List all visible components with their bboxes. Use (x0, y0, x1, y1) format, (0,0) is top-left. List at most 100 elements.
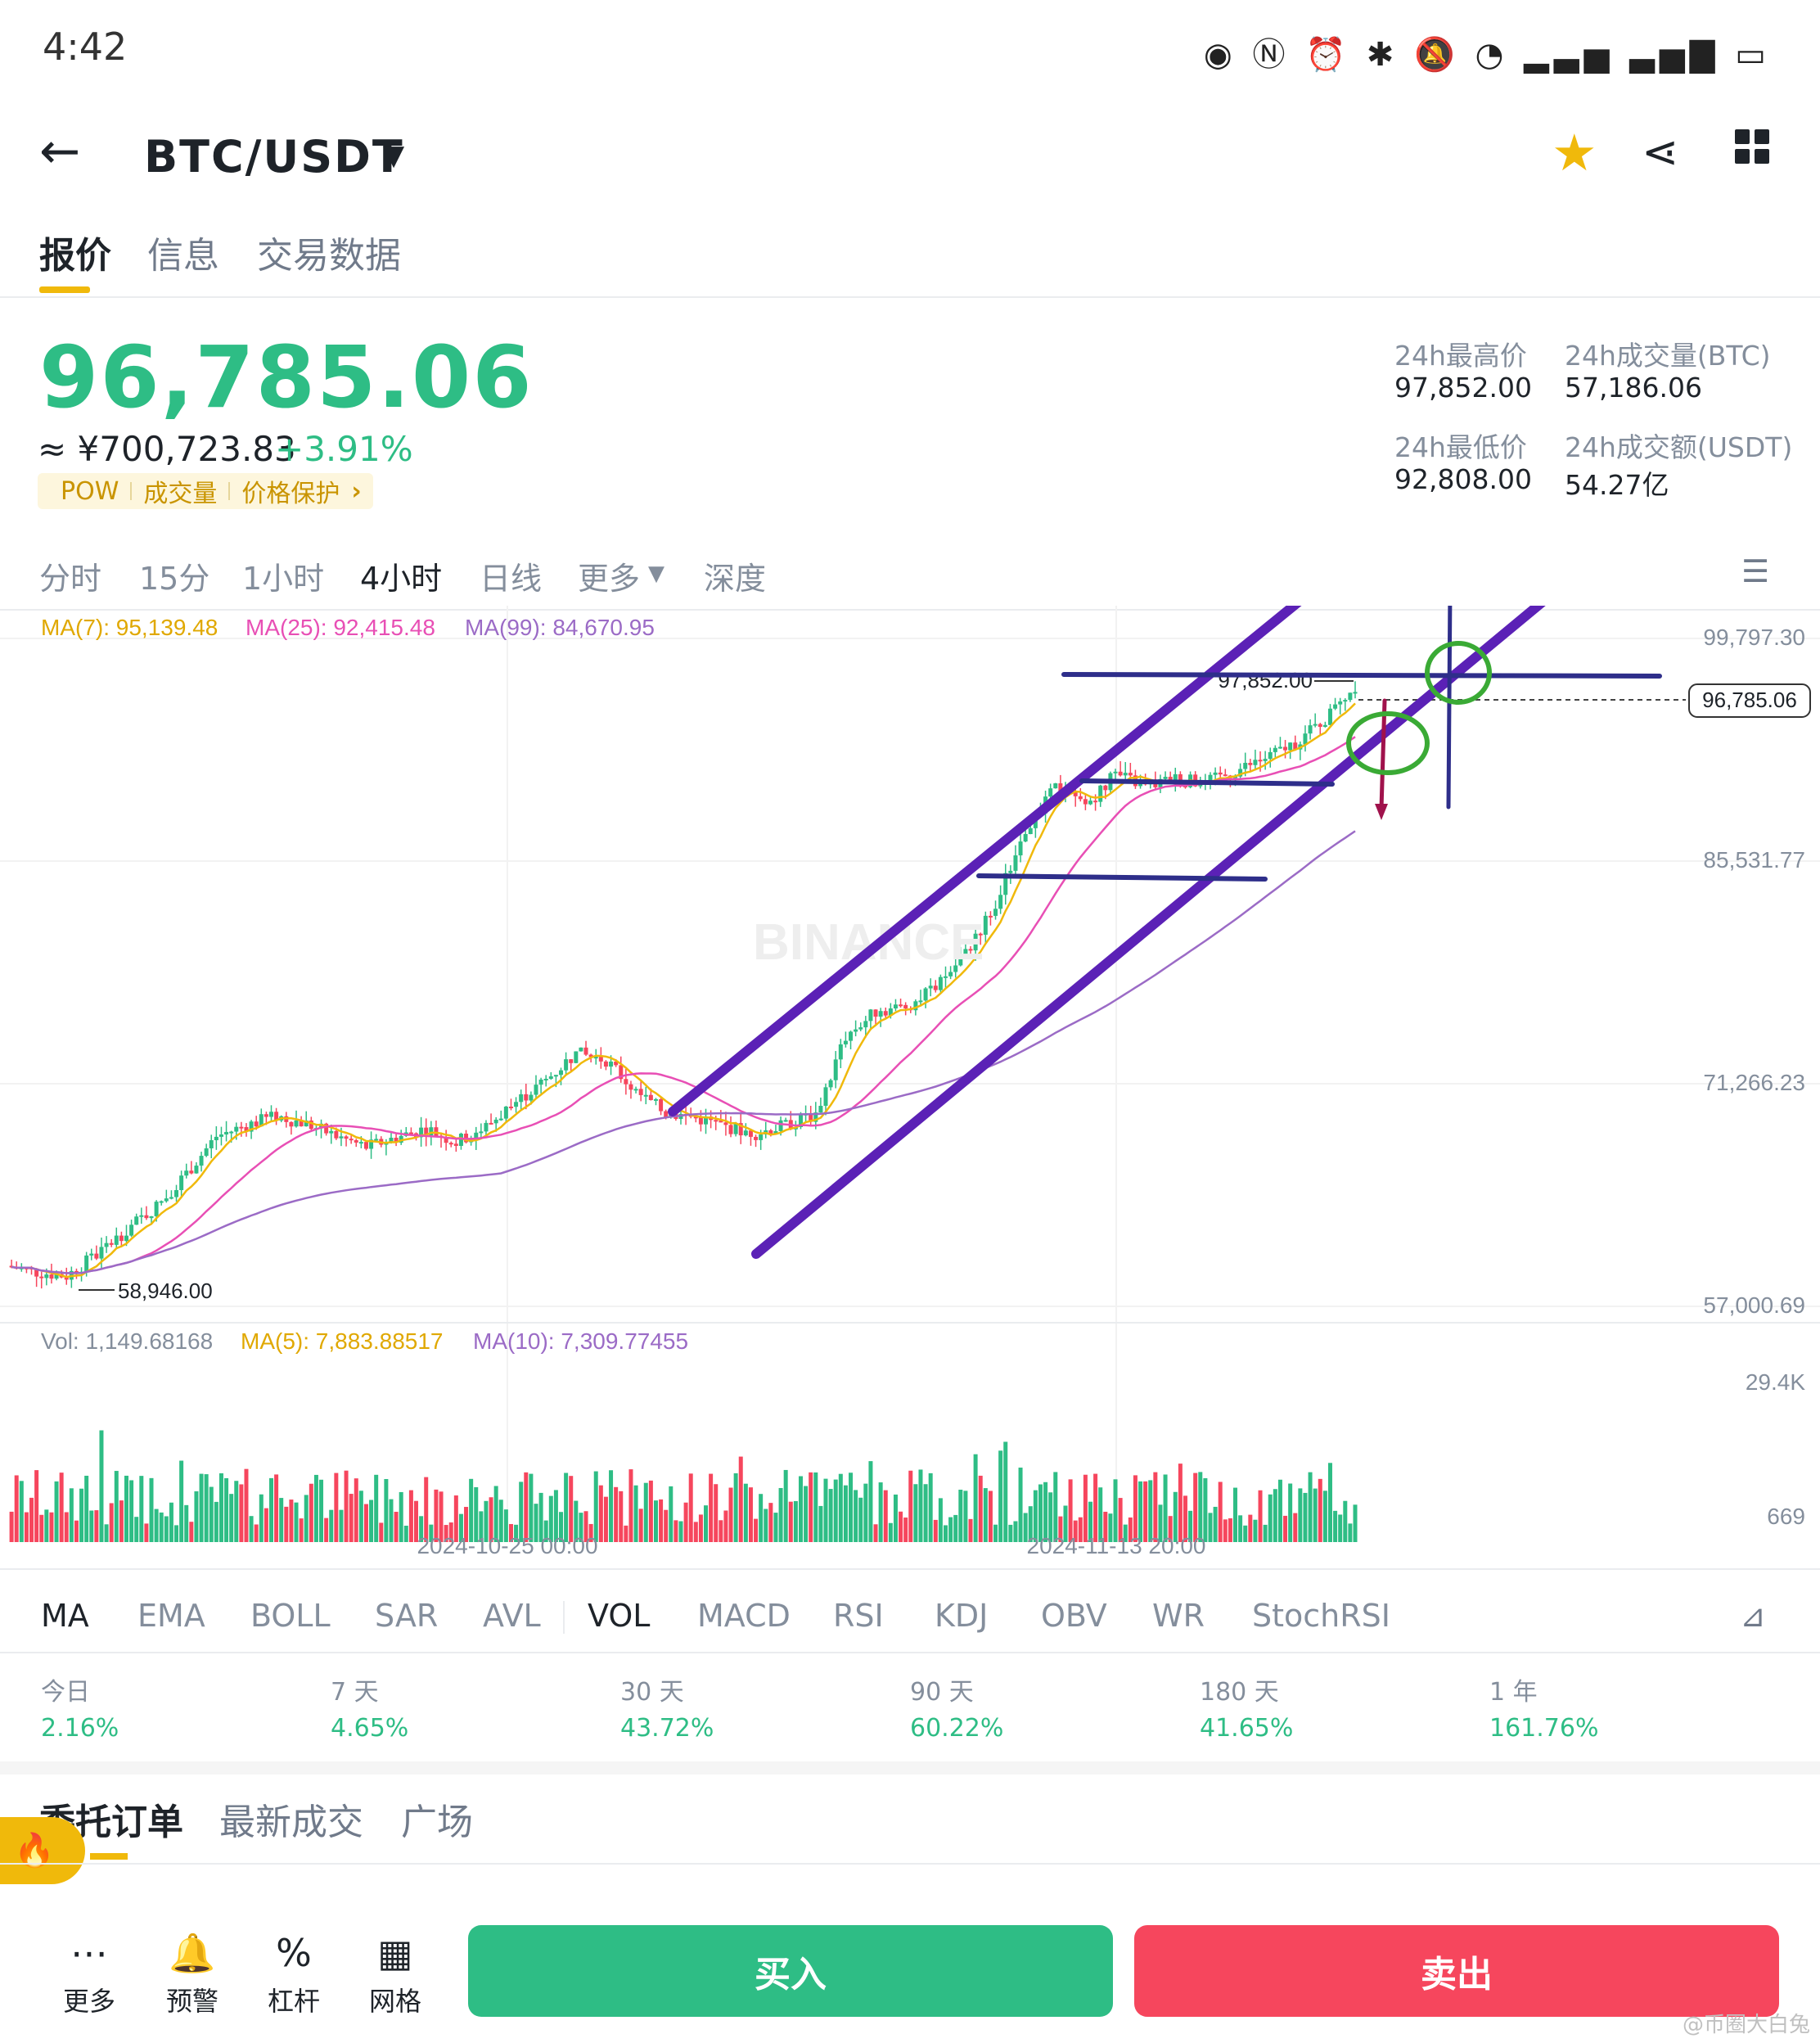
y-tick-3: 71,266.23 (1703, 1070, 1805, 1095)
favorite-star-icon[interactable]: ★ (1552, 123, 1597, 183)
volume-bar (899, 1511, 903, 1542)
indicator-stochrsi[interactable]: StochRSI (1252, 1598, 1390, 1634)
volume-bar (179, 1460, 184, 1542)
volume-bar (139, 1476, 144, 1542)
candle-body (529, 1094, 534, 1101)
candle-body (759, 1134, 764, 1140)
nav-more[interactable]: ⋯ 更多 (44, 1930, 134, 2018)
divider (0, 1568, 1820, 1570)
candle-body (948, 972, 953, 976)
perf-value-30d: 43.72% (620, 1714, 714, 1743)
vol-tick-2: 669 (1767, 1504, 1805, 1529)
resistance-line (1061, 672, 1662, 679)
candle-body (1048, 788, 1053, 797)
volume-bar (324, 1518, 329, 1542)
volume-bar (633, 1485, 638, 1542)
candle-body (169, 1197, 173, 1199)
tab-latest-trades[interactable]: 最新成交 (219, 1793, 363, 1845)
kline-chart[interactable]: BINANCE MA(7): 95,139.48 MA(25): 92,415.… (0, 606, 1820, 1568)
cny-price: ≈ ¥700,723.83 (38, 429, 296, 469)
indicator-kdj[interactable]: KDJ (935, 1598, 988, 1634)
candle-body (218, 1134, 223, 1137)
interval-15m[interactable]: 15分 (139, 553, 209, 598)
volume-bar (29, 1497, 34, 1542)
indicator-ma[interactable]: MA (41, 1598, 89, 1634)
buy-button[interactable]: 买入 (468, 1925, 1113, 2017)
volume-bar (344, 1470, 349, 1542)
tab-square[interactable]: 广场 (401, 1793, 473, 1845)
tag-volume[interactable]: 成交量 (143, 473, 217, 509)
indicator-ema[interactable]: EMA (137, 1598, 205, 1634)
candle-body (179, 1175, 184, 1190)
candle-body (624, 1079, 628, 1085)
volume-bar (184, 1504, 189, 1542)
indicator-boll[interactable]: BOLL (250, 1598, 331, 1634)
volume-bar (778, 1487, 783, 1542)
candle-body (129, 1224, 134, 1236)
candle-body (698, 1116, 703, 1125)
volume-bar (1153, 1472, 1158, 1542)
chart-settings-icon[interactable]: ☰ (1741, 553, 1769, 589)
tab-quote[interactable]: 报价 (39, 226, 111, 278)
volume-bar (84, 1475, 89, 1542)
layout-grid-icon[interactable] (1735, 129, 1771, 165)
fire-icon[interactable]: 🔥 (0, 1817, 85, 1884)
nav-grid[interactable]: ▦ 网格 (350, 1930, 440, 2018)
share-icon[interactable]: ⋖ (1642, 126, 1678, 178)
interval-1h[interactable]: 1小时 (242, 553, 324, 598)
candle-body (1343, 700, 1348, 702)
indicator-avl[interactable]: AVL (483, 1598, 541, 1634)
tab-info[interactable]: 信息 (147, 226, 219, 278)
candle-body (818, 1106, 823, 1113)
candle-body (1277, 746, 1282, 749)
ma-lines (11, 702, 1356, 1279)
tag-row[interactable]: POW 成交量 价格保护 › (38, 473, 373, 509)
high-marker: 97,852.00 (1218, 668, 1313, 692)
interval-1d[interactable]: 日线 (480, 553, 542, 598)
indicator-vol[interactable]: VOL (588, 1598, 650, 1634)
volume-bar (229, 1494, 234, 1542)
pair-dropdown-caret-icon[interactable]: ▼ (383, 139, 404, 172)
volume-bar (1163, 1474, 1168, 1542)
candle-body (229, 1131, 234, 1134)
sell-button[interactable]: 卖出 (1134, 1925, 1779, 2017)
volume-bar (863, 1483, 868, 1542)
interval-4h[interactable]: 4小时 (360, 553, 442, 598)
volume-bar (1083, 1474, 1088, 1542)
volume-bar (1053, 1472, 1058, 1542)
alarm-icon: ⏰ (1305, 36, 1352, 74)
pair-title[interactable]: BTC/USDT (144, 131, 404, 183)
volume-bar (714, 1484, 719, 1542)
indicator-settings-icon[interactable]: ⊿ (1740, 1598, 1766, 1634)
volume-bar (268, 1477, 273, 1542)
nav-alert[interactable]: 🔔 预警 (147, 1930, 237, 2018)
indicator-sar[interactable]: SAR (375, 1598, 438, 1634)
chevron-right-icon: › (351, 476, 362, 506)
tag-pow[interactable]: POW (61, 477, 119, 506)
candle-body (1093, 801, 1098, 803)
interval-depth[interactable]: 深度 (704, 553, 766, 598)
more-caret-icon[interactable]: ▼ (648, 561, 664, 586)
candle-body (329, 1130, 334, 1134)
volume-bar (798, 1476, 803, 1542)
interval-time[interactable]: 分时 (39, 553, 101, 598)
volume-bar (234, 1481, 239, 1542)
low-marker: 58,946.00 (118, 1279, 213, 1303)
candle-body (1248, 762, 1253, 765)
indicator-macd[interactable]: MACD (697, 1598, 791, 1634)
tag-price-protection[interactable]: 价格保护 (241, 473, 340, 509)
indicator-rsi[interactable]: RSI (833, 1598, 884, 1634)
candle-body (209, 1140, 214, 1148)
tab-trade-data[interactable]: 交易数据 (257, 226, 401, 278)
interval-more[interactable]: 更多 (578, 553, 640, 598)
candle-body (609, 1061, 614, 1067)
indicator-wr[interactable]: WR (1152, 1598, 1205, 1634)
back-arrow-icon[interactable]: ← (39, 123, 80, 180)
volume-bar (1303, 1492, 1308, 1542)
nav-alert-label: 预警 (165, 1986, 218, 2017)
candle-body (224, 1131, 229, 1134)
volume-bar (1218, 1482, 1223, 1542)
indicator-obv[interactable]: OBV (1041, 1598, 1107, 1634)
nav-leverage[interactable]: % 杠杆 (249, 1930, 339, 2018)
candle-body (943, 976, 948, 978)
